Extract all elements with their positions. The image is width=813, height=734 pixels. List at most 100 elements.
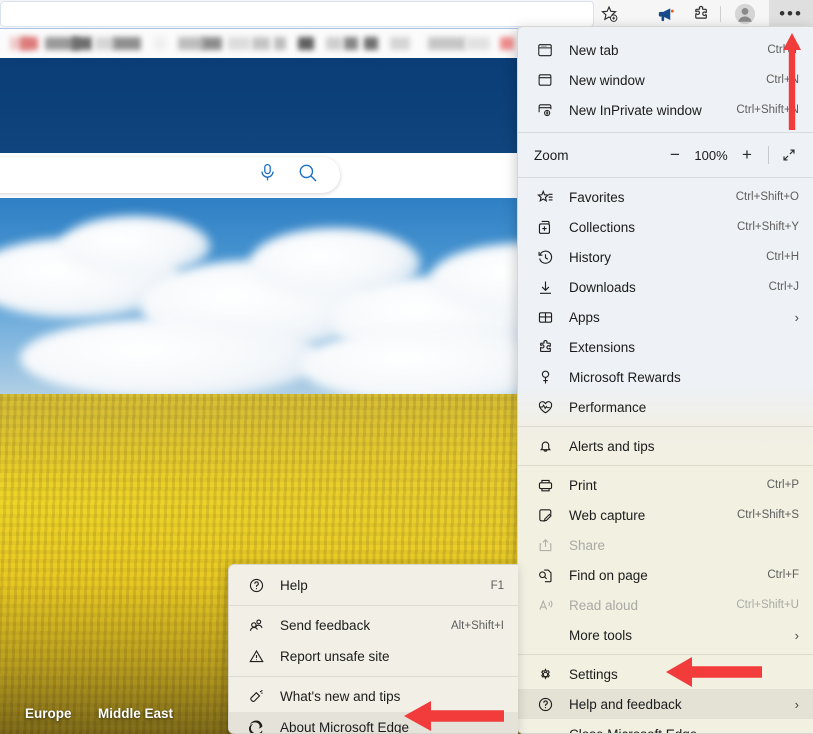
bookmark-item[interactable] [20,37,38,50]
menu-item-label: History [569,250,611,265]
search-icon[interactable] [298,163,318,188]
submenu-item-report-unsafe-site[interactable]: Report unsafe site [229,641,518,672]
read-aloud-icon [534,596,556,614]
address-bar[interactable] [0,1,594,27]
menu-item-new-inprivate-window[interactable]: New InPrivate window Ctrl+Shift+N [518,95,813,125]
bookmark-item[interactable] [466,37,490,50]
menu-item-share: Share [518,530,813,560]
menu-item-shortcut: Ctrl+Shift+O [736,191,799,203]
menu-item-collections[interactable]: Collections Ctrl+Shift+Y [518,212,813,242]
browser-toolbar: ••• [0,0,813,28]
menu-item-favorites[interactable]: Favorites Ctrl+Shift+O [518,182,813,212]
bookmark-item[interactable] [228,37,250,50]
menu-item-shortcut: Ctrl+F [767,569,799,581]
bookmark-item[interactable] [95,37,115,50]
menu-separator [518,654,813,655]
settings-and-more-button[interactable]: ••• [769,0,813,28]
gear-icon [534,665,556,683]
favorites-star-icon [534,188,556,206]
search-input[interactable] [0,157,340,193]
microphone-icon[interactable] [259,163,276,187]
menu-item-new-window[interactable]: New window Ctrl+N [518,65,813,95]
menu-item-label: Apps [569,310,600,325]
bookmark-item[interactable] [390,37,410,50]
menu-item-help-and-feedback[interactable]: Help and feedback › [518,689,813,719]
menu-item-shortcut: Ctrl+Shift+Y [737,221,799,233]
bookmark-item[interactable] [252,37,270,50]
ellipsis-icon: ••• [779,4,803,24]
submenu-item-help[interactable]: Help F1 [229,570,518,601]
menu-item-label: Share [569,538,605,553]
bookmark-item[interactable] [72,37,92,50]
fullscreen-arrows-icon[interactable] [775,142,803,168]
chevron-right-icon: › [795,628,799,643]
apps-grid-icon [534,308,556,326]
submenu-item-shortcut: F1 [491,580,504,592]
menu-item-label: Help and feedback [569,697,682,712]
toolbar-divider [720,6,721,22]
browser-window: Europe Middle East [0,0,813,734]
menu-item-performance[interactable]: Performance [518,392,813,422]
menu-item-label: Collections [569,220,635,235]
profile-avatar-icon[interactable] [733,2,757,26]
more-tools-icon-placeholder [534,626,556,644]
bookmark-item[interactable] [113,37,141,50]
submenu-item-label: About Microsoft Edge [280,720,409,734]
menu-item-print[interactable]: Print Ctrl+P [518,470,813,500]
menu-item-history[interactable]: History Ctrl+H [518,242,813,272]
bookmark-item[interactable] [298,37,314,50]
region-tab-middle-east[interactable]: Middle East [98,706,173,721]
bookmark-item[interactable] [364,37,378,50]
menu-item-microsoft-rewards[interactable]: Microsoft Rewards [518,362,813,392]
arrow-left-about-microsoft-edge-annotation [404,701,504,731]
menu-item-label: Extensions [569,340,635,355]
menu-separator [518,177,813,178]
bookmark-item[interactable] [154,37,166,50]
menu-item-label: Performance [569,400,646,415]
menu-item-close-microsoft-edge[interactable]: Close Microsoft Edge [518,719,813,734]
bookmark-item[interactable] [326,37,342,50]
bookmark-item[interactable] [274,37,286,50]
bookmark-item[interactable] [344,37,358,50]
region-tab-europe[interactable]: Europe [25,706,72,721]
megaphone-tips-icon [245,688,267,706]
close-edge-icon-placeholder [534,725,556,734]
inprivate-window-icon [534,101,556,119]
help-circle-icon [245,577,267,595]
menu-item-find-on-page[interactable]: Find on page Ctrl+F [518,560,813,590]
bell-icon [534,437,556,455]
bookmark-item[interactable] [500,37,514,50]
zoom-in-icon[interactable]: + [732,142,762,168]
menu-item-shortcut: Ctrl+H [766,251,799,263]
menu-item-label: New tab [569,43,619,58]
menu-item-apps[interactable]: Apps › [518,302,813,332]
submenu-item-label: Help [280,578,308,593]
extensions-puzzle-icon [534,338,556,356]
bookmark-item[interactable] [428,37,466,50]
menu-item-extensions[interactable]: Extensions [518,332,813,362]
zoom-label: Zoom [534,148,569,163]
menu-separator [518,426,813,427]
cloud-shape [20,318,320,398]
menu-item-web-capture[interactable]: Web capture Ctrl+Shift+S [518,500,813,530]
menu-item-downloads[interactable]: Downloads Ctrl+J [518,272,813,302]
zoom-value: 100% [690,148,732,163]
favorites-add-icon[interactable] [597,2,621,26]
arrow-left-help-and-feedback-annotation [666,657,762,687]
extensions-puzzle-icon[interactable] [689,2,713,26]
menu-item-label: Find on page [569,568,648,583]
bookmark-item[interactable] [202,37,222,50]
menu-item-more-tools[interactable]: More tools › [518,620,813,650]
help-circle-icon [534,695,556,713]
menu-item-shortcut: Ctrl+Shift+S [737,509,799,521]
bookmark-item[interactable] [178,37,204,50]
megaphone-icon[interactable] [653,2,677,26]
submenu-item-send-feedback[interactable]: Send feedback Alt+Shift+I [229,610,518,641]
menu-item-new-tab[interactable]: New tab Ctrl+T [518,35,813,65]
menu-item-label: Read aloud [569,598,638,613]
menu-item-read-aloud: Read aloud Ctrl+Shift+U [518,590,813,620]
menu-item-label: More tools [569,628,632,643]
zoom-out-icon[interactable]: − [660,142,690,168]
menu-item-alerts-and-tips[interactable]: Alerts and tips [518,431,813,461]
menu-item-shortcut: Ctrl+J [769,281,799,293]
